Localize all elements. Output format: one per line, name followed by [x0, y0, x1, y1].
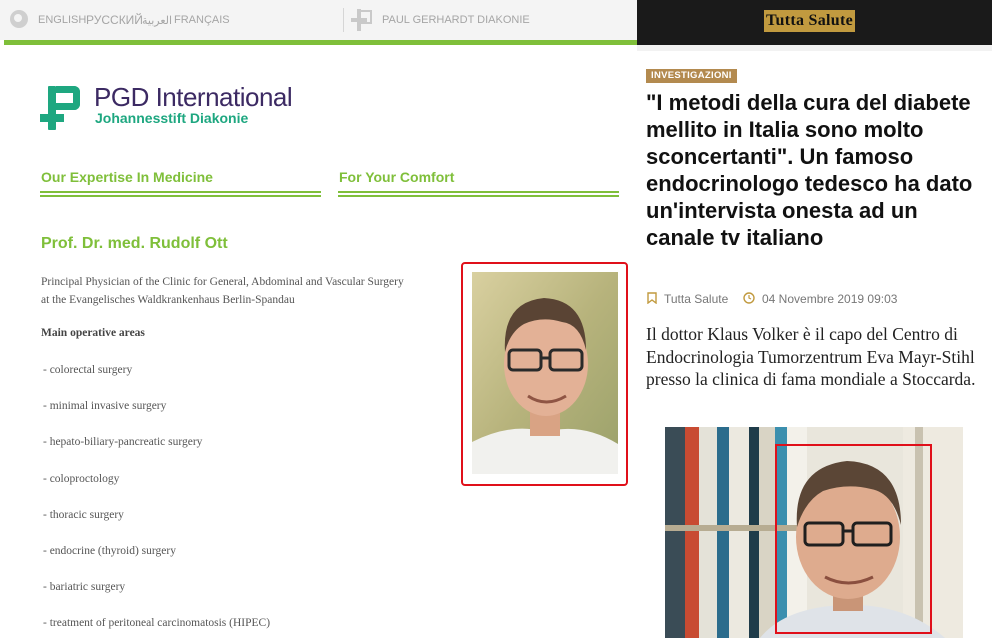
list-item: - bariatric surgery — [43, 581, 126, 593]
logo-title[interactable]: PGD International — [94, 82, 293, 113]
doctor-role-text: Principal Physician of the Clinic for Ge… — [41, 273, 461, 309]
nav-underline — [40, 195, 321, 197]
language-french-link[interactable]: FRANÇAIS — [174, 14, 230, 26]
article-headline: "I metodi della cura del diabete mellito… — [646, 90, 973, 250]
clock-icon — [743, 292, 755, 307]
header-accent-bar — [4, 40, 637, 45]
list-item: - endocrine (thyroid) surgery — [43, 545, 176, 557]
bookmark-icon — [646, 292, 658, 307]
logo-subtitle[interactable]: Johannesstift Diakonie — [95, 110, 248, 126]
list-item: - coloproctology — [43, 473, 120, 485]
highlight-box — [775, 444, 932, 634]
nav-underline — [40, 191, 321, 193]
list-item: - treatment of peritoneal carcinomatosis… — [43, 617, 271, 629]
pgd-logo-icon[interactable] — [40, 84, 88, 132]
divider — [343, 8, 344, 32]
article-date: 04 Novembre 2019 09:03 — [762, 292, 898, 306]
category-badge[interactable]: INVESTIGAZIONI — [646, 69, 737, 83]
article-lead-paragraph: Il dottor Klaus Volker è il capo del Cen… — [646, 324, 976, 389]
nav-expertise-in-medicine[interactable]: Our Expertise In Medicine — [41, 169, 213, 185]
site-logo[interactable]: Tutta Salute — [764, 10, 856, 32]
tutta-salute-article-panel: Tutta Salute INVESTIGAZIONI "I metodi de… — [637, 0, 992, 638]
pgd-website-panel: ENGLISH РУССКИЙ العربية FRANÇAIS PAUL GE… — [0, 0, 637, 638]
operative-areas-heading: Main operative areas — [41, 327, 145, 339]
role-line: Principal Physician of the Clinic for Ge… — [41, 276, 404, 288]
role-line: at the Evangelisches Waldkrankenhaus Ber… — [41, 294, 295, 306]
language-english-link[interactable]: ENGLISH — [38, 14, 86, 26]
list-item: - thoracic surgery — [43, 509, 124, 521]
nav-for-your-comfort[interactable]: For Your Comfort — [339, 169, 454, 185]
article-author[interactable]: Tutta Salute — [664, 292, 728, 306]
header-separator — [637, 45, 992, 51]
language-arabic-link[interactable]: العربية — [142, 14, 172, 27]
list-item: - colorectal surgery — [43, 364, 133, 376]
language-bar: ENGLISH РУССКИЙ العربية FRANÇAIS PAUL GE… — [0, 0, 637, 40]
diakonie-cross-icon-box — [360, 10, 372, 24]
site-header: Tutta Salute — [637, 0, 992, 45]
globe-icon — [10, 10, 28, 28]
nav-underline — [338, 195, 619, 197]
list-item: - minimal invasive surgery — [43, 400, 167, 412]
nav-underline — [338, 191, 619, 193]
doctor-portrait-photo — [472, 272, 618, 474]
list-item: - hepato-biliary-pancreatic surgery — [43, 436, 203, 448]
paul-gerhardt-diakonie-link[interactable]: PAUL GERHARDT DIAKONIE — [382, 14, 530, 26]
doctor-name-heading: Prof. Dr. med. Rudolf Ott — [41, 235, 228, 252]
language-russian-link[interactable]: РУССКИЙ — [86, 13, 143, 27]
